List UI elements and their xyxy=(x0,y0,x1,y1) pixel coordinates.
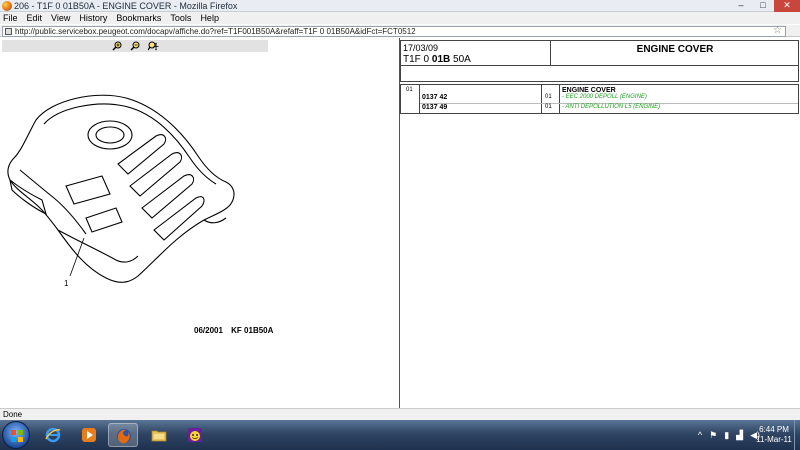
url-text: http://public.servicebox.peugeot.com/doc… xyxy=(15,27,416,36)
navigation-bar: http://public.servicebox.peugeot.com/doc… xyxy=(0,25,800,37)
table-row[interactable]: 0137 49 01 - ANTI DEPOLLUTION L5 (ENGINE… xyxy=(420,103,798,112)
menu-edit[interactable]: Edit xyxy=(27,12,43,24)
taskbar: ^ ⚑ ▮ ▟ ◀) 6:44 PM 11-Mar-11 xyxy=(0,420,800,450)
maximize-button[interactable]: □ xyxy=(752,0,774,12)
url-field[interactable]: http://public.servicebox.peugeot.com/doc… xyxy=(2,25,786,37)
page-content: 1 06/2001 KF 01B50A 17/03/09 T1F 0 01B 5… xyxy=(0,38,800,408)
menu-file[interactable]: File xyxy=(3,12,18,24)
part-quantity: 01 xyxy=(545,94,552,100)
media-player-taskbar-icon[interactable] xyxy=(74,423,104,447)
drawing-code: KF 01B50A xyxy=(231,326,274,335)
header-date: 17/03/09 xyxy=(403,43,439,53)
menu-bookmarks[interactable]: Bookmarks xyxy=(116,12,161,24)
minimize-button[interactable]: – xyxy=(730,0,752,12)
drawing-date: 06/2001 xyxy=(194,326,223,335)
header-title: ENGINE COVER xyxy=(636,44,714,55)
zoom-move-icon[interactable] xyxy=(148,41,159,51)
status-bar: Done xyxy=(0,408,800,420)
show-hidden-icons-button[interactable]: ^ xyxy=(698,430,702,440)
zoom-out-icon[interactable] xyxy=(130,41,141,51)
start-button[interactable] xyxy=(2,421,30,449)
menu-help[interactable]: Help xyxy=(200,12,219,24)
part-description[interactable]: - ANTI DEPOLLUTION L5 (ENGINE) xyxy=(562,104,660,110)
engine-cover-drawing: 1 xyxy=(6,90,242,290)
menu-tools[interactable]: Tools xyxy=(170,12,191,24)
internet-explorer-taskbar-icon[interactable] xyxy=(38,423,68,447)
action-center-flag-icon[interactable]: ⚑ xyxy=(709,430,717,441)
callout-number: 1 xyxy=(64,279,69,288)
site-icon xyxy=(5,28,12,35)
header-reference: T1F 0 01B 50A xyxy=(403,54,471,65)
parts-panel: 17/03/09 T1F 0 01B 50A ENGINE COVER 01 E… xyxy=(400,38,800,408)
firefox-taskbar-icon[interactable] xyxy=(108,423,138,447)
windows-logo-icon xyxy=(11,430,23,442)
item-number: 01 xyxy=(406,87,413,93)
drawing-caption: 06/2001 KF 01B50A xyxy=(194,326,279,335)
close-button[interactable]: ✕ xyxy=(774,0,800,12)
table-row[interactable]: 0137 42 01 - EEC 2000 DEPOLL (ENGINE) xyxy=(420,94,798,103)
menu-history[interactable]: History xyxy=(79,12,107,24)
menu-bar: File Edit View History Bookmarks Tools H… xyxy=(0,12,800,24)
zoom-toolbar xyxy=(2,40,268,52)
diagram-panel: 1 06/2001 KF 01B50A xyxy=(0,38,399,408)
title-bar: 206 - T1F 0 01B50A - ENGINE COVER - Mozi… xyxy=(0,0,800,12)
parts-table: 01 ENGINE COVER 0137 42 01 - EEC 2000 DE… xyxy=(400,84,799,114)
system-clock[interactable]: 6:44 PM 11-Mar-11 xyxy=(754,425,794,445)
group-name: ENGINE COVER xyxy=(562,87,616,94)
menu-view[interactable]: View xyxy=(51,12,70,24)
part-header: 17/03/09 T1F 0 01B 50A ENGINE COVER xyxy=(400,40,799,66)
show-desktop-button[interactable] xyxy=(794,420,800,450)
zoom-in-icon[interactable] xyxy=(112,41,123,51)
clock-date: 11-Mar-11 xyxy=(756,435,792,444)
firefox-icon xyxy=(2,1,12,11)
part-number: 0137 49 xyxy=(422,104,448,111)
window-title: 206 - T1F 0 01B50A - ENGINE COVER - Mozi… xyxy=(14,1,238,11)
bookmark-star-icon[interactable]: ☆ xyxy=(773,25,782,36)
battery-icon[interactable]: ▮ xyxy=(724,430,729,441)
part-description[interactable]: - EEC 2000 DEPOLL (ENGINE) xyxy=(562,94,647,100)
header-blank-row xyxy=(400,66,799,82)
network-icon[interactable]: ▟ xyxy=(736,430,743,441)
status-text: Done xyxy=(3,410,23,419)
folder-taskbar-icon[interactable] xyxy=(144,423,174,447)
part-quantity: 01 xyxy=(545,104,552,110)
part-number: 0137 42 xyxy=(422,94,448,101)
clock-time: 6:44 PM xyxy=(759,425,789,434)
system-tray: ^ ⚑ ▮ ▟ ◀) xyxy=(691,420,760,450)
yahoo-messenger-taskbar-icon[interactable] xyxy=(180,423,210,447)
